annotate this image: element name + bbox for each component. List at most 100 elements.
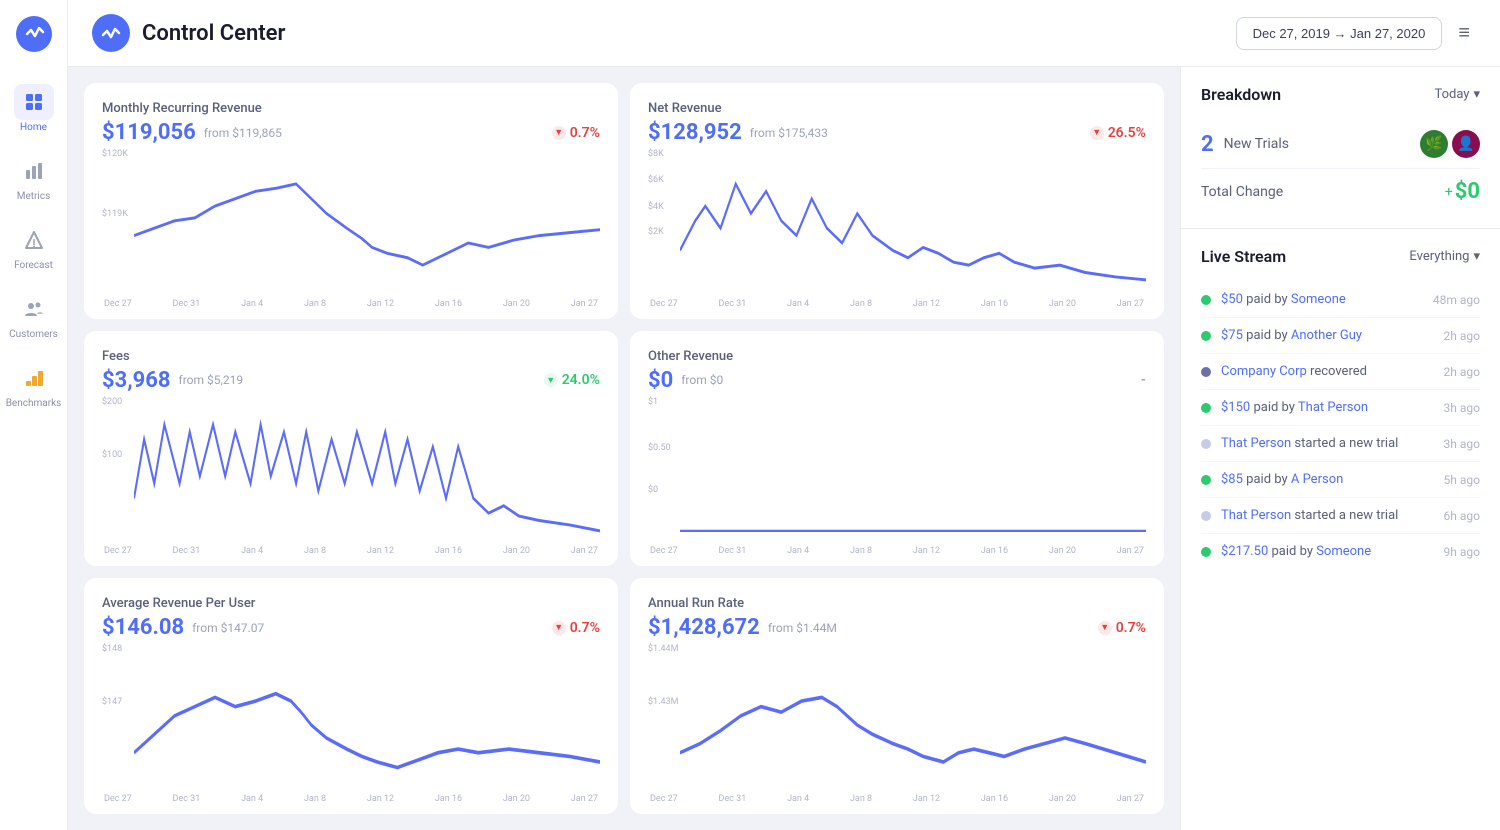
- live-link-person-2[interactable]: Another Guy: [1291, 328, 1362, 343]
- livestream-header: Live Stream Everything ▾: [1201, 247, 1480, 266]
- chart-value-arpu: $146.08: [102, 615, 184, 640]
- chart-svg-mrr: $120K $119K: [102, 147, 600, 295]
- live-time-8: 9h ago: [1444, 545, 1480, 559]
- live-time-7: 6h ago: [1444, 509, 1480, 523]
- chart-title-arr: Annual Run Rate: [648, 596, 1146, 611]
- menu-button[interactable]: ≡: [1452, 16, 1476, 51]
- trial-avatars: 🌿 👤: [1420, 130, 1480, 158]
- breakdown-title: Breakdown: [1201, 85, 1281, 104]
- chart-svg-other-revenue: $1 $0.50 $0: [648, 395, 1146, 543]
- live-time-1: 48m ago: [1433, 293, 1480, 307]
- chart-value-net-revenue: $128,952: [648, 120, 742, 145]
- live-dot-3: [1201, 367, 1211, 377]
- live-dot-5: [1201, 439, 1211, 449]
- chart-x-labels-fees: Dec 27 Dec 31 Jan 4 Jan 8 Jan 12 Jan 16 …: [102, 546, 600, 556]
- chart-title-other-revenue: Other Revenue: [648, 349, 1146, 364]
- chart-card-fees: Fees $3,968 from $5,219 ▼ 24.0% $200 $10…: [84, 331, 618, 567]
- chart-value-mrr: $119,056: [102, 120, 196, 145]
- livestream-item-6: $85 paid by A Person 5h ago: [1201, 462, 1480, 498]
- chart-badge-other-revenue: -: [1141, 372, 1146, 388]
- chart-from-other-revenue: from $0: [681, 373, 723, 387]
- arrow-down-icon4: ▼: [1098, 621, 1112, 635]
- sidebar: Home Metrics Forecast: [0, 0, 68, 830]
- breakdown-header: Breakdown Today ▾: [1201, 85, 1480, 104]
- live-link-person-6[interactable]: A Person: [1291, 472, 1343, 487]
- live-time-3: 2h ago: [1444, 365, 1480, 379]
- breakdown-filter[interactable]: Today ▾: [1434, 87, 1480, 102]
- sidebar-label-customers: Customers: [9, 329, 58, 340]
- chart-svg-fees: $200 $100: [102, 395, 600, 543]
- sidebar-item-benchmarks[interactable]: Benchmarks: [0, 352, 67, 417]
- live-link-person-7[interactable]: That Person: [1221, 508, 1291, 523]
- livestream-item-5: That Person started a new trial 3h ago: [1201, 426, 1480, 462]
- date-range-button[interactable]: Dec 27, 2019 → Jan 27, 2020: [1236, 17, 1443, 50]
- live-link-person-8[interactable]: Someone: [1316, 544, 1371, 559]
- chart-card-arr: Annual Run Rate $1,428,672 from $1.44M ▼…: [630, 578, 1164, 814]
- arrow-down-icon3: ▼: [552, 621, 566, 635]
- live-text-6: $85 paid by A Person: [1221, 472, 1436, 487]
- live-link-amount-8[interactable]: $217.50: [1221, 544, 1268, 559]
- live-link-amount-2[interactable]: $75: [1221, 328, 1243, 343]
- chart-title-mrr: Monthly Recurring Revenue: [102, 101, 600, 116]
- live-text-2: $75 paid by Another Guy: [1221, 328, 1436, 343]
- date-range-label: Dec 27, 2019 → Jan 27, 2020: [1253, 26, 1426, 41]
- live-link-amount-4[interactable]: $150: [1221, 400, 1250, 415]
- live-text-3: Company Corp recovered: [1221, 364, 1436, 379]
- arrow-down-icon: ▼: [552, 126, 566, 140]
- chart-badge-arr: ▼ 0.7%: [1098, 620, 1146, 636]
- sidebar-item-customers[interactable]: Customers: [0, 283, 67, 348]
- live-dot-6: [1201, 475, 1211, 485]
- right-panel: Breakdown Today ▾ 2 New Trials 🌿 👤: [1180, 67, 1500, 830]
- chart-card-arpu: Average Revenue Per User $146.08 from $1…: [84, 578, 618, 814]
- livestream-filter[interactable]: Everything ▾: [1409, 249, 1480, 264]
- content-area: Monthly Recurring Revenue $119,056 from …: [68, 67, 1500, 830]
- sidebar-label-benchmarks: Benchmarks: [6, 398, 62, 409]
- live-text-7: That Person started a new trial: [1221, 508, 1436, 523]
- breakdown-row-trials: 2 New Trials 🌿 👤: [1201, 120, 1480, 169]
- livestream-item-3: Company Corp recovered 2h ago: [1201, 354, 1480, 390]
- trial-count: 2: [1201, 132, 1214, 157]
- chart-value-other-revenue: $0: [648, 368, 673, 393]
- chart-svg-arr: $1.44M $1.43M: [648, 642, 1146, 790]
- live-link-amount-6[interactable]: $85: [1221, 472, 1243, 487]
- chart-title-arpu: Average Revenue Per User: [102, 596, 600, 611]
- sidebar-item-forecast[interactable]: Forecast: [0, 214, 67, 279]
- total-change-prefix: +: [1445, 184, 1453, 200]
- chart-x-labels-net-revenue: Dec 27 Dec 31 Jan 4 Jan 8 Jan 12 Jan 16 …: [648, 299, 1146, 309]
- live-dot-8: [1201, 547, 1211, 557]
- chart-badge-net-revenue: ▼ 26.5%: [1090, 125, 1146, 141]
- sidebar-item-home[interactable]: Home: [0, 76, 67, 141]
- arrow-up-icon: ▼: [544, 373, 558, 387]
- sidebar-item-metrics[interactable]: Metrics: [0, 145, 67, 210]
- charts-grid: Monthly Recurring Revenue $119,056 from …: [68, 67, 1180, 830]
- live-time-5: 3h ago: [1444, 437, 1480, 451]
- total-change-value: $0: [1455, 179, 1480, 204]
- live-link-person-4[interactable]: That Person: [1298, 400, 1368, 415]
- chart-card-net-revenue: Net Revenue $128,952 from $175,433 ▼ 26.…: [630, 83, 1164, 319]
- live-link-company[interactable]: Company Corp: [1221, 364, 1307, 379]
- live-link-person-5[interactable]: That Person: [1221, 436, 1291, 451]
- chart-badge-fees: ▼ 24.0%: [544, 372, 600, 388]
- avatar-1: 🌿: [1420, 130, 1448, 158]
- header: Control Center Dec 27, 2019 → Jan 27, 20…: [68, 0, 1500, 67]
- livestream-section: Live Stream Everything ▾ $50 paid by Som…: [1181, 229, 1500, 579]
- chart-x-labels-arpu: Dec 27 Dec 31 Jan 4 Jan 8 Jan 12 Jan 16 …: [102, 794, 600, 804]
- breakdown-row-total: Total Change + $0: [1201, 169, 1480, 214]
- chart-value-fees: $3,968: [102, 368, 171, 393]
- header-logo: [92, 14, 130, 52]
- sidebar-label-metrics: Metrics: [17, 191, 51, 202]
- live-text-8: $217.50 paid by Someone: [1221, 544, 1436, 559]
- breakdown-section: Breakdown Today ▾ 2 New Trials 🌿 👤: [1181, 67, 1500, 229]
- live-dot-2: [1201, 331, 1211, 341]
- live-link-person-1[interactable]: Someone: [1291, 292, 1346, 307]
- live-time-6: 5h ago: [1444, 473, 1480, 487]
- live-dot-4: [1201, 403, 1211, 413]
- live-time-4: 3h ago: [1444, 401, 1480, 415]
- live-link-amount-1[interactable]: $50: [1221, 292, 1243, 307]
- live-text-1: $50 paid by Someone: [1221, 292, 1425, 307]
- chart-card-mrr: Monthly Recurring Revenue $119,056 from …: [84, 83, 618, 319]
- chart-x-labels-arr: Dec 27 Dec 31 Jan 4 Jan 8 Jan 12 Jan 16 …: [648, 794, 1146, 804]
- chart-badge-arpu: ▼ 0.7%: [552, 620, 600, 636]
- chart-x-labels-other-revenue: Dec 27 Dec 31 Jan 4 Jan 8 Jan 12 Jan 16 …: [648, 546, 1146, 556]
- chart-title-net-revenue: Net Revenue: [648, 101, 1146, 116]
